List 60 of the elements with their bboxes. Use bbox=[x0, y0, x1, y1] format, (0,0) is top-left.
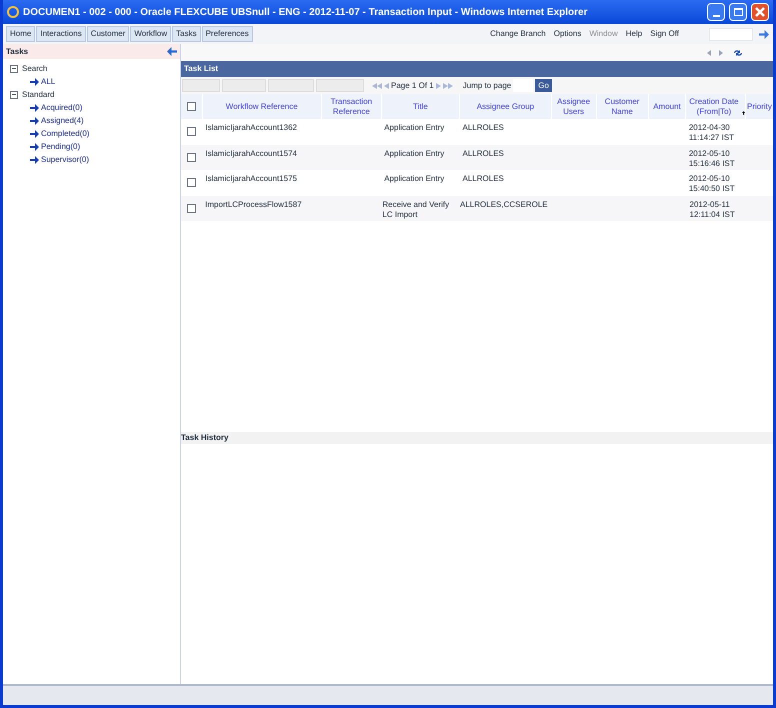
menu-tab[interactable]: Preferences bbox=[202, 26, 253, 42]
table-cell: ALLROLES bbox=[462, 148, 504, 158]
minimize-button[interactable] bbox=[707, 3, 725, 21]
table-cell: IslamicIjarahAccount1362 bbox=[205, 123, 297, 132]
tree-item[interactable]: Pending(0) bbox=[41, 140, 80, 153]
table-cell: Receive and Verify LC Import bbox=[382, 200, 450, 218]
menu-tab[interactable]: Interactions bbox=[36, 26, 86, 42]
maximize-button[interactable] bbox=[729, 3, 747, 21]
tree-item[interactable]: Supervisor(0) bbox=[41, 153, 90, 166]
nav-arrows-icon[interactable] bbox=[707, 50, 723, 56]
close-button[interactable] bbox=[751, 3, 769, 21]
table-cell: ALLROLES bbox=[462, 174, 504, 183]
section-title: Task History bbox=[181, 432, 228, 444]
table-cell: Application Entry bbox=[384, 123, 444, 132]
collapse-icon[interactable] bbox=[10, 90, 18, 98]
menu-tab[interactable]: Home bbox=[6, 26, 36, 42]
page-label: Page 1 Of 1 bbox=[391, 80, 434, 92]
arrow-icon bbox=[30, 78, 39, 86]
tree-item[interactable]: Standard bbox=[22, 88, 54, 101]
menu-tab[interactable]: Customer bbox=[86, 26, 130, 42]
row-checkbox[interactable] bbox=[186, 204, 196, 212]
table-cell: 2012-04-30 11:14:27 IST bbox=[688, 123, 734, 142]
row-checkbox[interactable] bbox=[186, 152, 196, 162]
browser-icon bbox=[7, 6, 19, 18]
go-arrow-icon[interactable] bbox=[759, 30, 769, 38]
page-field[interactable] bbox=[513, 79, 534, 92]
table-cell: IslamicIjarahAccount1575 bbox=[205, 174, 297, 183]
table-cell: ImportLCProcessFlow1587 bbox=[205, 200, 302, 208]
sidebar-title: Tasks bbox=[6, 46, 28, 58]
refresh-icon[interactable] bbox=[733, 48, 743, 56]
table-cell: Application Entry bbox=[384, 148, 444, 158]
table-cell: 2012-05-10 15:16:46 IST bbox=[688, 148, 735, 168]
top-link[interactable]: Options bbox=[554, 28, 582, 40]
tree-item[interactable]: Completed(0) bbox=[41, 127, 90, 140]
menu-tab[interactable]: Tasks bbox=[172, 26, 201, 42]
menu-tab[interactable]: Workflow bbox=[130, 26, 172, 42]
table-cell: ALLROLES,CCSEROLE bbox=[460, 200, 548, 208]
tree-item[interactable]: Acquired(0) bbox=[41, 101, 82, 114]
go-button[interactable]: Go bbox=[535, 79, 552, 92]
row-checkbox[interactable] bbox=[186, 178, 196, 187]
table-cell: 2012-05-11 12:11:04 IST bbox=[690, 200, 735, 218]
search-field[interactable] bbox=[709, 28, 753, 40]
tree-item[interactable]: ALL bbox=[41, 75, 56, 88]
tree-item[interactable]: Search bbox=[22, 62, 48, 75]
table-cell: 2012-05-10 15:40:50 IST bbox=[688, 174, 735, 193]
row-checkbox[interactable] bbox=[186, 127, 196, 136]
close-icon bbox=[755, 7, 765, 17]
tree-item[interactable]: Assigned(4) bbox=[41, 114, 84, 127]
top-link[interactable]: Help bbox=[626, 28, 642, 40]
top-link[interactable]: Change Branch bbox=[490, 28, 546, 40]
collapse-icon[interactable] bbox=[10, 64, 18, 72]
panel-title: Task List bbox=[184, 63, 218, 75]
jump-label: Jump to page bbox=[462, 80, 512, 92]
top-link[interactable]: Sign Off bbox=[650, 28, 679, 40]
table-cell: Application Entry bbox=[384, 174, 444, 183]
window-title: DOCUMEN1 - 002 - 000 - Oracle FLEXCUBE UBSnull - ENG - 2012-11-07 - Transaction Input - Windows Internet Explorer bbox=[23, 6, 588, 20]
select-all-checkbox[interactable] bbox=[186, 102, 196, 111]
table-cell: ALLROLES bbox=[462, 123, 504, 132]
table-cell: IslamicIjarahAccount1574 bbox=[205, 148, 297, 158]
collapse-arrow-icon[interactable] bbox=[167, 47, 177, 56]
